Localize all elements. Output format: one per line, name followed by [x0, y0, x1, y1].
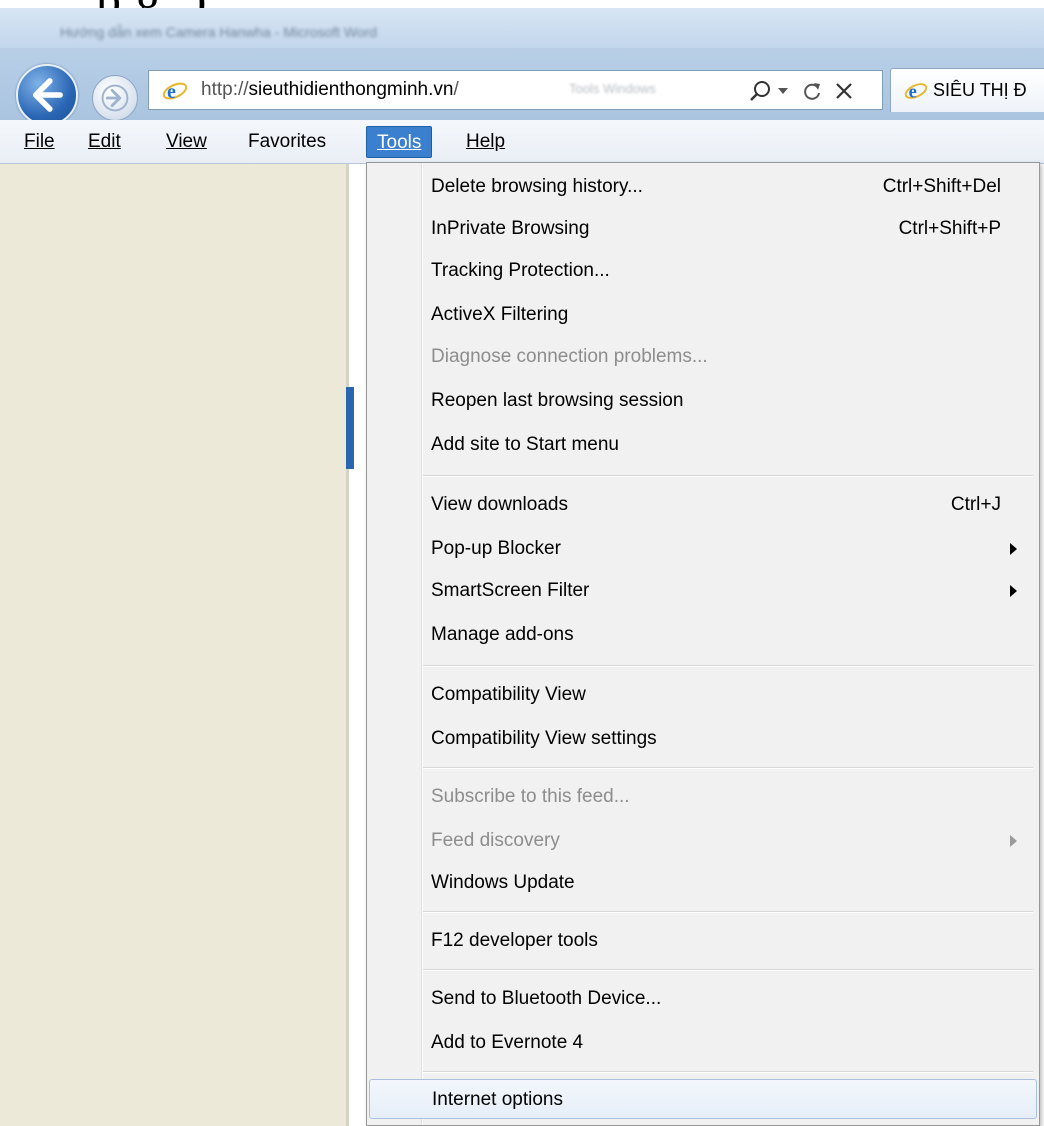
menu-favorites-label: Favorites: [248, 131, 327, 152]
menu-item-label: Subscribe to this feed...: [431, 786, 630, 807]
menu-item-label: SmartScreen Filter: [431, 580, 590, 601]
menu-item-label: ActiveX Filtering: [431, 304, 569, 325]
menu-item-subscribe-feed: Subscribe to this feed...: [369, 777, 1037, 817]
menu-separator: [423, 665, 1033, 667]
menu-item-label: F12 developer tools: [431, 930, 598, 951]
chevron-down-icon[interactable]: [777, 87, 789, 95]
refresh-icon[interactable]: [801, 80, 823, 102]
menu-item-feed-discovery: Feed discovery: [369, 821, 1037, 861]
forward-arrow-icon: [101, 84, 129, 112]
svg-text:e: e: [167, 81, 176, 103]
menu-item-diagnose-connection: Diagnose connection problems...: [369, 337, 1037, 377]
menu-item-label: Feed discovery: [431, 830, 560, 851]
menu-item-label: Compatibility View: [431, 684, 586, 705]
menu-help[interactable]: Help: [456, 126, 515, 158]
menu-item-label: Send to Bluetooth Device...: [431, 988, 662, 1009]
menu-item-activex-filtering[interactable]: ActiveX Filtering: [369, 295, 1037, 335]
menu-item-bluetooth[interactable]: Send to Bluetooth Device...: [369, 979, 1037, 1019]
window-title: Hướng dẫn xem Camera Hanwha - Microsoft …: [60, 24, 378, 40]
menu-item-label: InPrivate Browsing: [431, 218, 590, 239]
menu-item-label: Add site to Start menu: [431, 434, 619, 455]
menu-item-label: View downloads: [431, 494, 568, 515]
menu-item-shortcut: Ctrl+Shift+Del: [882, 176, 1001, 197]
menu-item-label: Windows Update: [431, 872, 575, 893]
menu-item-popup-blocker[interactable]: Pop-up Blocker: [369, 529, 1037, 569]
menu-item-label: Add to Evernote 4: [431, 1032, 584, 1053]
url-suffix: /: [453, 79, 459, 100]
menu-item-evernote[interactable]: Add to Evernote 4: [369, 1023, 1037, 1063]
title-bar: Hướng dẫn xem Camera Hanwha - Microsoft …: [0, 8, 1044, 48]
menu-item-shortcut: Ctrl+J: [950, 494, 1001, 515]
url-domain: sieuthidienthongminh.vn: [248, 79, 454, 100]
address-bar[interactable]: e http://sieuthidienthongminh.vn/ Tools …: [148, 70, 883, 110]
menu-item-windows-update[interactable]: Windows Update: [369, 863, 1037, 903]
menu-tools-label: Tools: [377, 132, 422, 153]
menu-item-compat-settings[interactable]: Compatibility View settings: [369, 719, 1037, 759]
back-button[interactable]: [16, 64, 78, 126]
menu-help-label: Help: [466, 131, 506, 152]
url-text[interactable]: http://sieuthidienthongminh.vn/: [201, 79, 459, 101]
menu-item-add-site-start[interactable]: Add site to Start menu: [369, 425, 1037, 465]
submenu-arrow-icon: [1010, 543, 1017, 555]
svg-text:e: e: [909, 81, 917, 101]
menu-edit-label: Edit: [88, 131, 121, 152]
menu-item-label: Pop-up Blocker: [431, 538, 561, 559]
page-edge: [346, 164, 349, 1126]
submenu-arrow-icon: [1010, 835, 1017, 847]
menu-file-label: File: [24, 131, 55, 152]
menu-item-label: Diagnose connection problems...: [431, 346, 708, 367]
menu-item-reopen-session[interactable]: Reopen last browsing session: [369, 381, 1037, 421]
menu-separator: [423, 1071, 1033, 1073]
menu-item-compat-view[interactable]: Compatibility View: [369, 675, 1037, 715]
menu-item-view-downloads[interactable]: View downloads Ctrl+J: [369, 485, 1037, 525]
menu-view[interactable]: View: [156, 126, 217, 158]
back-arrow-icon: [32, 78, 63, 112]
forward-button[interactable]: [92, 75, 138, 121]
menu-separator: [423, 911, 1033, 913]
menu-item-internet-options[interactable]: Internet options: [369, 1079, 1037, 1119]
menu-item-smartscreen[interactable]: SmartScreen Filter: [369, 571, 1037, 611]
menu-separator: [423, 969, 1033, 971]
menu-view-label: View: [166, 131, 207, 152]
menu-item-label: Tracking Protection...: [431, 260, 610, 281]
page-accent-strip: [346, 387, 354, 469]
submenu-arrow-icon: [1010, 585, 1017, 597]
menu-item-inprivate[interactable]: InPrivate Browsing Ctrl+Shift+P: [369, 209, 1037, 249]
menu-item-manage-addons[interactable]: Manage add-ons: [369, 615, 1037, 655]
menu-bar: File Edit View Favorites Tools Help: [0, 120, 1044, 164]
menu-item-f12-tools[interactable]: F12 developer tools: [369, 921, 1037, 961]
menu-separator: [423, 475, 1033, 477]
menu-item-label: Manage add-ons: [431, 624, 574, 645]
menu-item-delete-history[interactable]: Delete browsing history... Ctrl+Shift+De…: [369, 167, 1037, 207]
tab-active[interactable]: e SIÊU THỊ Đ: [890, 68, 1044, 112]
address-ghost-text: Tools Windows: [569, 81, 656, 96]
search-icon[interactable]: [749, 79, 773, 103]
menu-item-label: Compatibility View settings: [431, 728, 657, 749]
ie-logo-icon: e: [904, 81, 928, 101]
menu-separator: [423, 767, 1033, 769]
menu-file[interactable]: File: [14, 126, 65, 158]
tools-menu: Delete browsing history... Ctrl+Shift+De…: [366, 162, 1040, 1126]
menu-item-label: Delete browsing history...: [431, 176, 643, 197]
menu-item-tracking-protection[interactable]: Tracking Protection...: [369, 251, 1037, 291]
ie-logo-icon: e: [162, 81, 188, 103]
menu-edit[interactable]: Edit: [78, 126, 131, 158]
tab-label: SIÊU THỊ Đ: [933, 80, 1027, 100]
menu-item-label: Internet options: [432, 1089, 563, 1110]
menu-item-label: Reopen last browsing session: [431, 390, 684, 411]
menu-item-shortcut: Ctrl+Shift+P: [898, 218, 1001, 239]
stop-icon[interactable]: [834, 81, 854, 101]
menu-favorites[interactable]: Favorites: [238, 126, 336, 158]
url-prefix: http://: [201, 79, 249, 100]
left-panel: [0, 164, 346, 1126]
menu-tools[interactable]: Tools: [366, 126, 433, 158]
